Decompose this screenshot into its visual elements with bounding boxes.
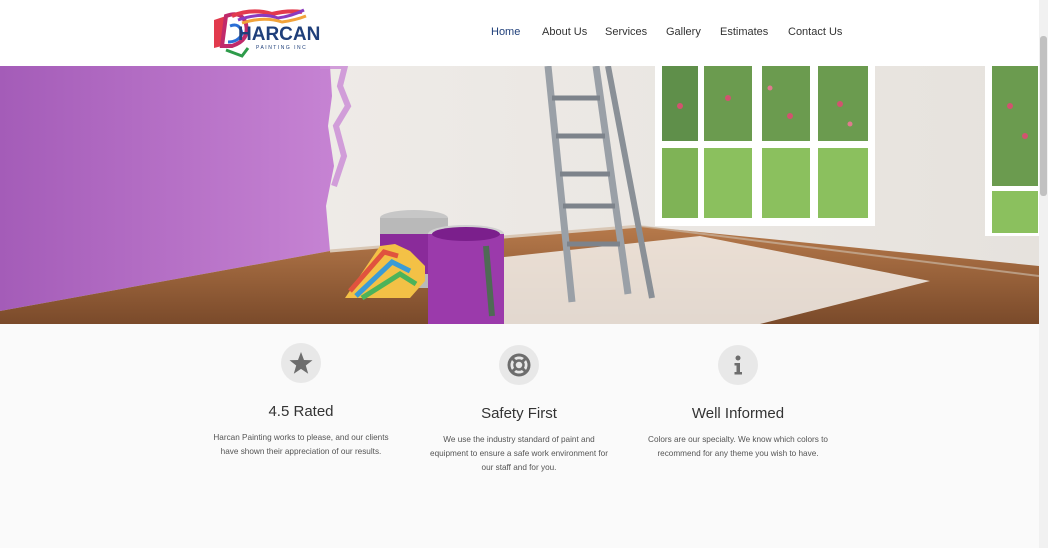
nav-home[interactable]: Home (491, 26, 520, 38)
main-nav: Home About Us Services Gallery Estimates… (0, 26, 1039, 40)
nav-gallery[interactable]: Gallery (666, 26, 701, 38)
features-section: 4.5 Rated Harcan Painting works to pleas… (0, 324, 1039, 548)
feature-title: Well Informed (691, 405, 785, 422)
nav-estimates[interactable]: Estimates (720, 26, 768, 38)
site-header: HARCAN PAINTING INC Home About Us Servic… (0, 0, 1039, 66)
life-ring-icon (499, 345, 539, 385)
feature-title: Safety First (481, 405, 557, 422)
hero-image (0, 66, 1039, 324)
nav-contact-us[interactable]: Contact Us (788, 26, 842, 38)
scrollbar-thumb[interactable] (1040, 36, 1047, 196)
feature-description: We use the industry standard of paint an… (430, 435, 608, 472)
logo-tagline: PAINTING INC (256, 45, 308, 51)
feature-description: Colors are our specialty. We know which … (648, 435, 828, 458)
hero-room-illustration (0, 66, 1039, 324)
page-scrollbar[interactable] (1039, 0, 1048, 548)
feature-description: Harcan Painting works to please, and our… (213, 433, 389, 456)
feature-title: 4.5 Rated (268, 403, 334, 420)
star-icon (281, 343, 321, 383)
info-icon (718, 345, 758, 385)
nav-about-us[interactable]: About Us (542, 26, 587, 38)
nav-services[interactable]: Services (605, 26, 647, 38)
